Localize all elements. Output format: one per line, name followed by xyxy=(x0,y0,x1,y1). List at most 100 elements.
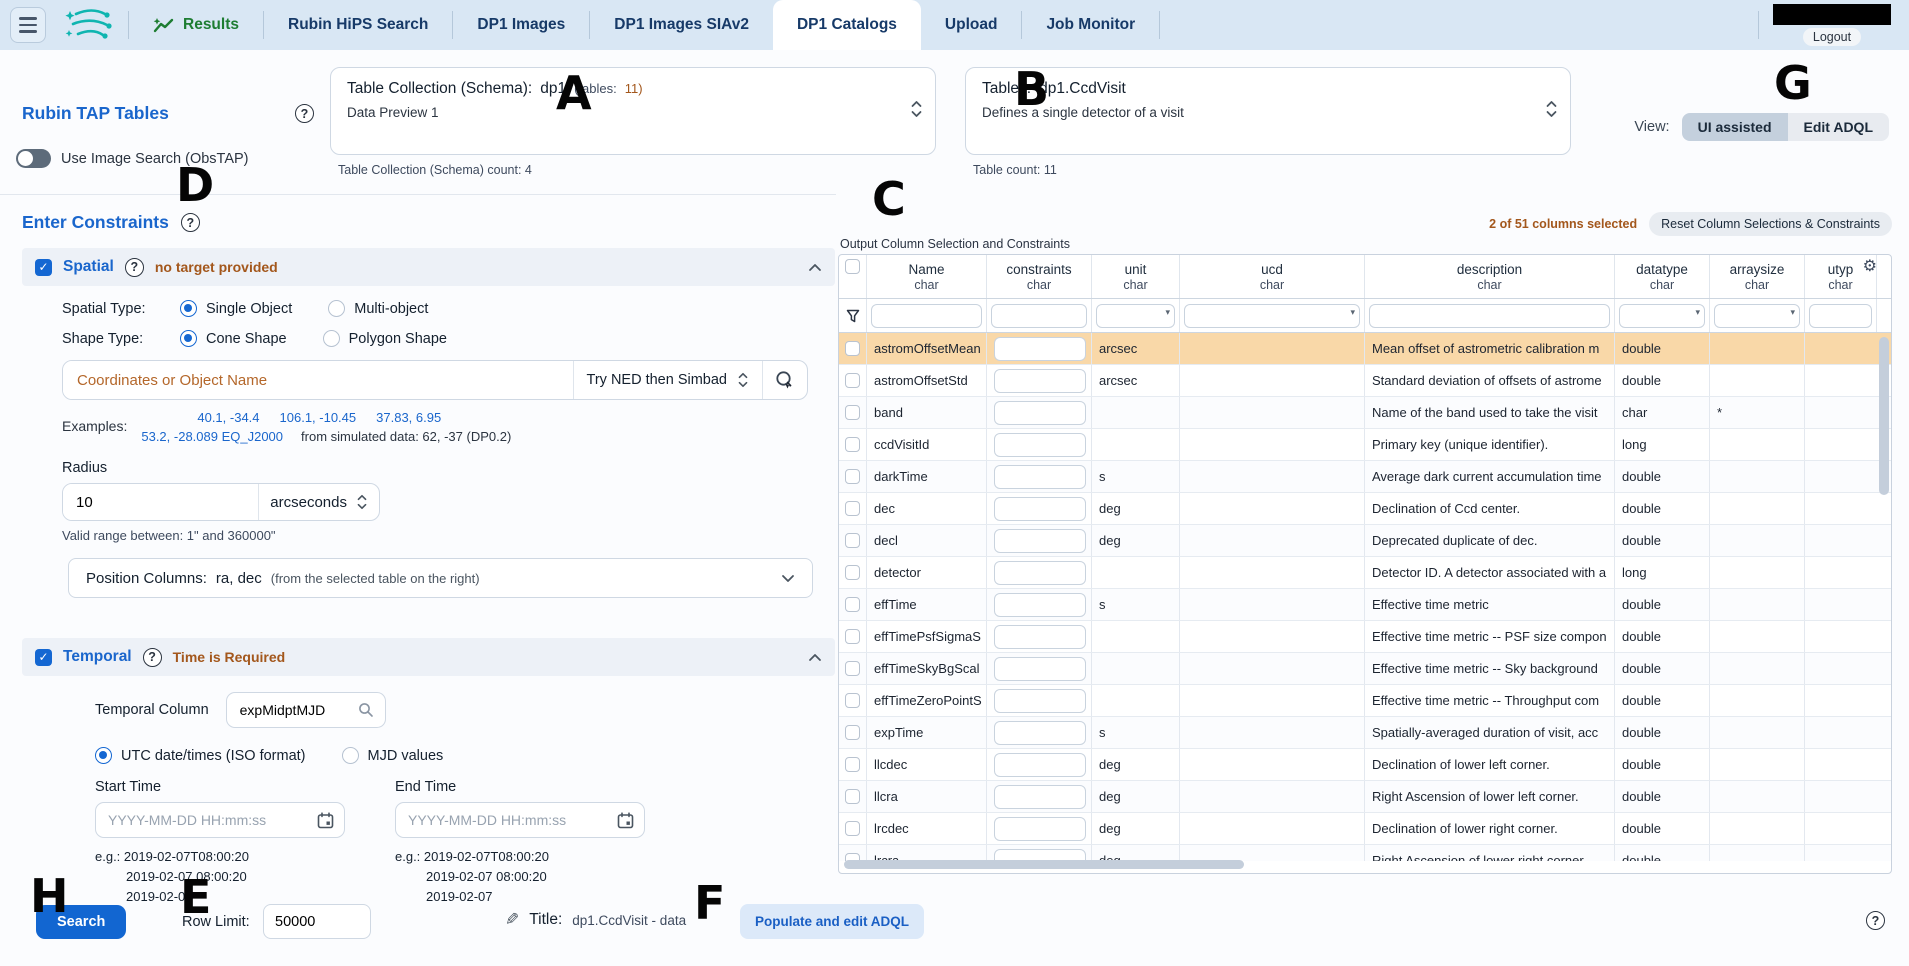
help-icon[interactable]: ? xyxy=(295,104,314,123)
temporal-checkbox[interactable]: ✓ xyxy=(35,649,52,666)
row-checkbox[interactable] xyxy=(845,597,860,612)
select-all-checkbox[interactable] xyxy=(845,259,860,274)
table-row[interactable]: band Name of the band used to take the v… xyxy=(839,397,1891,429)
row-checkbox[interactable] xyxy=(845,821,860,836)
temporal-column-input[interactable] xyxy=(238,701,348,719)
example-link[interactable]: 106.1, -10.45 xyxy=(280,410,357,425)
help-icon[interactable]: ? xyxy=(181,213,200,232)
tab-results[interactable]: Results xyxy=(129,0,263,50)
radius-input[interactable] xyxy=(63,484,258,520)
collapse-chevron-up-icon[interactable] xyxy=(808,263,822,272)
filter-arraysize-select[interactable] xyxy=(1714,304,1800,328)
tab-upload[interactable]: Upload xyxy=(921,0,1022,50)
table-row[interactable]: detector Detector ID. A detector associa… xyxy=(839,557,1891,589)
radio-mjd-values[interactable] xyxy=(342,747,359,764)
table-row[interactable]: astromOffsetStd arcsec Standard deviatio… xyxy=(839,365,1891,397)
row-checkbox[interactable] xyxy=(845,661,860,676)
row-constraint-input[interactable] xyxy=(994,337,1086,361)
calendar-icon[interactable] xyxy=(317,812,334,829)
horizontal-scrollbar[interactable] xyxy=(844,860,1871,870)
table-row[interactable]: astromOffsetMean arcsec Mean offset of a… xyxy=(839,333,1891,365)
row-checkbox[interactable] xyxy=(845,565,860,580)
reset-columns-button[interactable]: Reset Column Selections & Constraints xyxy=(1649,212,1892,236)
vertical-scrollbar[interactable] xyxy=(1878,335,1889,857)
search-target-icon[interactable] xyxy=(762,361,807,399)
row-constraint-input[interactable] xyxy=(994,433,1086,457)
example-link[interactable]: 53.2, -28.089 EQ_J2000 xyxy=(141,429,283,444)
row-checkbox[interactable] xyxy=(845,693,860,708)
row-checkbox[interactable] xyxy=(845,501,860,516)
tab-dp1-images-siav2[interactable]: DP1 Images SIAv2 xyxy=(590,0,773,50)
table-row[interactable]: decl deg Deprecated duplicate of dec. do… xyxy=(839,525,1891,557)
pencil-icon[interactable]: ✎ xyxy=(505,910,519,930)
row-constraint-input[interactable] xyxy=(994,497,1086,521)
column-header-arraysize[interactable]: arraysizechar xyxy=(1710,255,1805,298)
help-icon[interactable]: ? xyxy=(143,648,162,667)
row-checkbox[interactable] xyxy=(845,405,860,420)
column-header-ucd[interactable]: ucdchar xyxy=(1180,255,1365,298)
position-columns-collapsible[interactable]: Position Columns: ra, dec (from the sele… xyxy=(68,558,813,598)
table-row[interactable]: llcdec deg Declination of lower left cor… xyxy=(839,749,1891,781)
help-icon[interactable]: ? xyxy=(125,258,144,277)
row-constraint-input[interactable] xyxy=(994,593,1086,617)
filter-constraints-input[interactable] xyxy=(991,304,1087,328)
radio-cone-shape[interactable] xyxy=(180,330,197,347)
hamburger-menu-icon[interactable] xyxy=(10,7,46,43)
view-ui-assisted-button[interactable]: UI assisted xyxy=(1682,113,1788,141)
row-constraint-input[interactable] xyxy=(994,561,1086,585)
table-row[interactable]: dec deg Declination of Ccd center. doubl… xyxy=(839,493,1891,525)
schema-selector[interactable]: Table Collection (Schema): dp1 (tables: … xyxy=(330,67,936,155)
firefly-logo[interactable] xyxy=(62,5,114,45)
horizontal-scrollbar-thumb[interactable] xyxy=(844,860,1244,869)
radio-multi-object[interactable] xyxy=(328,300,345,317)
search-button[interactable]: Search xyxy=(36,905,126,939)
row-constraint-input[interactable] xyxy=(994,785,1086,809)
populate-adql-button[interactable]: Populate and edit ADQL xyxy=(740,904,924,939)
row-checkbox[interactable] xyxy=(845,533,860,548)
row-constraint-input[interactable] xyxy=(994,657,1086,681)
row-checkbox[interactable] xyxy=(845,725,860,740)
tab-dp1-catalogs[interactable]: DP1 Catalogs xyxy=(773,0,921,50)
filter-description-input[interactable] xyxy=(1369,304,1610,328)
row-checkbox[interactable] xyxy=(845,373,860,388)
table-selector[interactable]: Tables: dp1.CcdVisit Defines a single de… xyxy=(965,67,1571,155)
tab-rubin-hips-search[interactable]: Rubin HiPS Search xyxy=(264,0,452,50)
row-constraint-input[interactable] xyxy=(994,625,1086,649)
tab-dp1-images[interactable]: DP1 Images xyxy=(453,0,589,50)
table-row[interactable]: lrcra deg Right Ascension of lower right… xyxy=(839,845,1891,861)
table-row[interactable]: effTimeSkyBgScal Effective time metric -… xyxy=(839,653,1891,685)
row-constraint-input[interactable] xyxy=(994,529,1086,553)
column-header-description[interactable]: descriptionchar xyxy=(1365,255,1615,298)
start-time-input[interactable] xyxy=(106,811,296,829)
radius-unit-select[interactable]: arcseconds xyxy=(258,484,379,520)
row-checkbox[interactable] xyxy=(845,757,860,772)
filter-unit-select[interactable] xyxy=(1096,304,1175,328)
table-row[interactable]: effTimeZeroPointS Effective time metric … xyxy=(839,685,1891,717)
row-constraint-input[interactable] xyxy=(994,753,1086,777)
row-checkbox[interactable] xyxy=(845,437,860,452)
calendar-icon[interactable] xyxy=(617,812,634,829)
collapse-chevron-up-icon[interactable] xyxy=(808,653,822,662)
row-checkbox[interactable] xyxy=(845,629,860,644)
gear-icon[interactable]: ⚙ xyxy=(1863,259,1877,275)
help-icon[interactable]: ? xyxy=(1866,911,1885,930)
example-link[interactable]: 40.1, -34.4 xyxy=(197,410,259,425)
radio-polygon-shape[interactable] xyxy=(323,330,340,347)
table-row[interactable]: expTime s Spatially-averaged duration of… xyxy=(839,717,1891,749)
radio-utc-format[interactable] xyxy=(95,747,112,764)
row-constraint-input[interactable] xyxy=(994,817,1086,841)
spatial-checkbox[interactable]: ✓ xyxy=(35,259,52,276)
row-constraint-input[interactable] xyxy=(994,401,1086,425)
radio-single-object[interactable] xyxy=(180,300,197,317)
tab-job-monitor[interactable]: Job Monitor xyxy=(1022,0,1159,50)
row-limit-input[interactable] xyxy=(263,904,371,939)
column-header-unit[interactable]: unitchar xyxy=(1092,255,1180,298)
row-constraint-input[interactable] xyxy=(994,369,1086,393)
filter-datatype-select[interactable] xyxy=(1619,304,1705,328)
column-header-constraints[interactable]: constraintschar xyxy=(987,255,1092,298)
table-row[interactable]: darkTime s Average dark current accumula… xyxy=(839,461,1891,493)
table-row[interactable]: effTimePsfSigmaS Effective time metric -… xyxy=(839,621,1891,653)
row-checkbox[interactable] xyxy=(845,341,860,356)
filter-funnel-icon[interactable] xyxy=(846,309,860,323)
row-constraint-input[interactable] xyxy=(994,465,1086,489)
